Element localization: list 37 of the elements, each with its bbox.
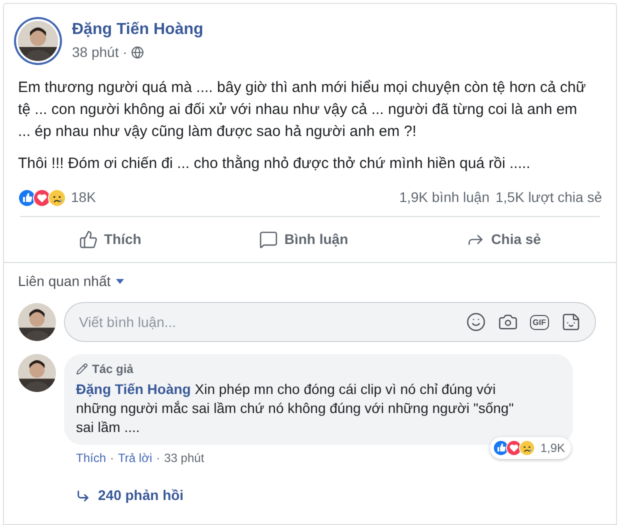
- post-text: Thôi !!! Đóm ơi chiến đi ... cho thằng nhỏ được thở chứ mình hiền quá rồi .....: [18, 154, 532, 174]
- sad-reaction-icon: [48, 188, 66, 206]
- post-time[interactable]: 38 phút ·: [72, 42, 128, 63]
- love-reaction-icon: [506, 440, 522, 456]
- sort-dropdown[interactable]: Liên quan nhất: [18, 271, 124, 292]
- speech-bubble-icon: [259, 230, 278, 249]
- author-label: Tác giả: [92, 361, 134, 378]
- gif-button[interactable]: GIF: [530, 314, 549, 330]
- love-reaction-icon: [33, 188, 51, 206]
- camera-icon[interactable]: [498, 312, 518, 332]
- comment-action-link[interactable]: Thích: [76, 449, 106, 467]
- author-name[interactable]: Đặng Tiến Hoàng: [72, 18, 204, 42]
- comment-count[interactable]: 1,9K bình luận: [399, 187, 490, 208]
- share-count[interactable]: 1,5K lượt chia sẻ: [496, 187, 602, 208]
- comment-text: Đặng Tiến Hoàng Xin phép mn cho đóng cái clip vì nó chỉ đúng với những người mắc sai lầm chứ nó không đúng với những người "sống" sai lầm ....: [76, 380, 515, 437]
- sad-reaction-icon: [519, 440, 536, 456]
- comment-button[interactable]: Bình luận: [259, 229, 348, 250]
- comment-action-link[interactable]: Trả lời: [118, 449, 152, 467]
- reply-arrow-icon: [76, 488, 90, 502]
- replies-link[interactable]: 240 phản hồi: [98, 485, 184, 506]
- thumbs-up-icon: [79, 230, 98, 249]
- globe-icon: [131, 46, 144, 59]
- caret-icon: [116, 279, 124, 284]
- separator-dot: ·: [156, 450, 160, 467]
- sticker-icon[interactable]: [561, 312, 581, 332]
- separator-dot: ·: [110, 450, 114, 467]
- comment-time[interactable]: 33 phút: [164, 449, 204, 467]
- like-button[interactable]: Thích: [79, 229, 142, 250]
- like-reaction-icon: [493, 440, 510, 456]
- post-text: Em thương người quá mà .... bây giờ thì anh mới hiểu mọi chuyện còn tệ hơn cả chữ tệ ... con người không ai đối xử với nhau như vậy cả ... người đã từng coi là anh em ... ép nhau như vậy cũng làm được sao hả người anh em ?!: [18, 78, 587, 142]
- comment-input-field[interactable]: Viết bình luận... GIF: [64, 302, 596, 342]
- reaction-count[interactable]: 18K: [71, 187, 96, 208]
- like-reaction-icon: [18, 188, 36, 206]
- emoji-icon[interactable]: [466, 312, 486, 332]
- pencil-icon: [76, 363, 88, 375]
- reaction-summary[interactable]: 1,9K: [490, 437, 571, 459]
- share-button[interactable]: Chia sẻ: [466, 229, 541, 250]
